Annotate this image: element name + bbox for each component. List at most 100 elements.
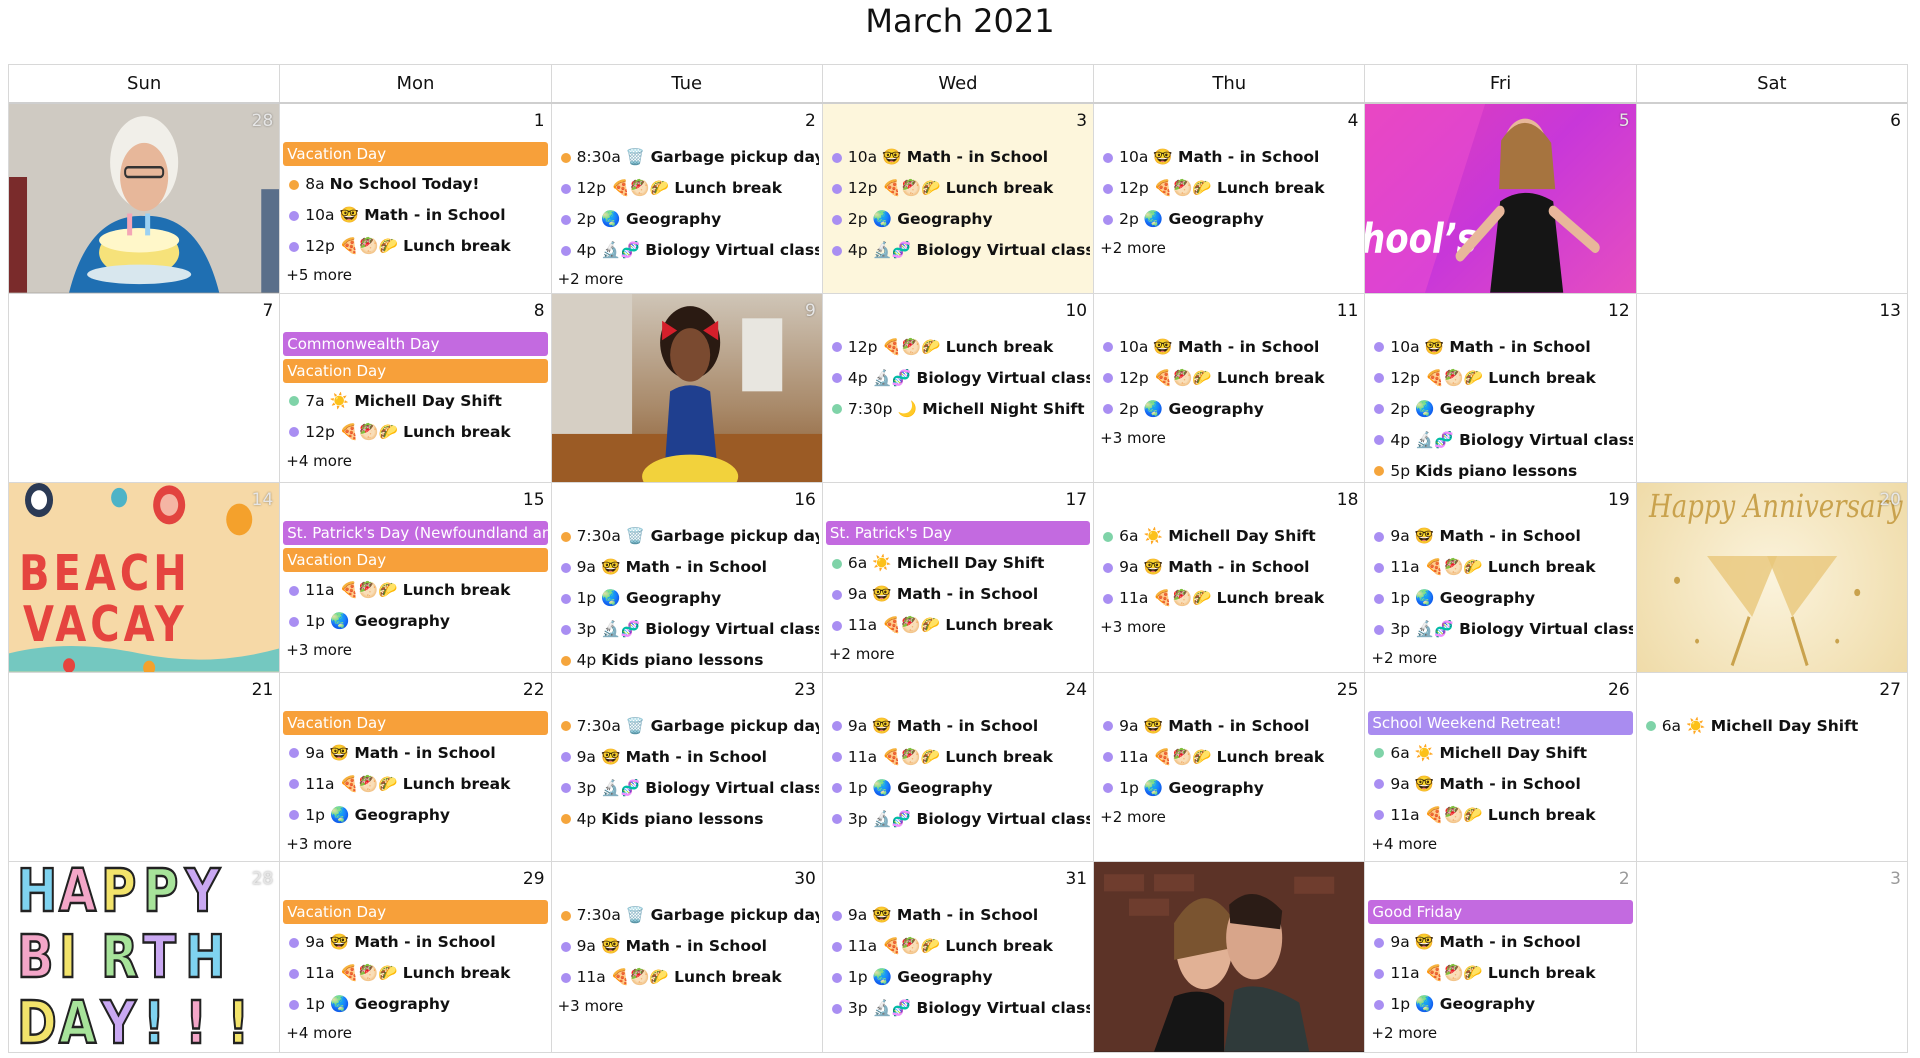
day-number[interactable]: 25 [1337, 680, 1359, 700]
day-number[interactable]: 14 [252, 490, 274, 510]
calendar-event[interactable]: 10a 🤓 Math - in School [1368, 332, 1632, 363]
day-number[interactable]: 13 [1879, 301, 1901, 321]
calendar-event[interactable]: 11a 🍕🥙🌮 Lunch break [1097, 742, 1361, 773]
day-number[interactable]: 30 [794, 869, 816, 889]
calendar-event[interactable]: 10a 🤓 Math - in School [826, 142, 1090, 173]
calendar-day-cell[interactable]: 25 9a 🤓 Math - in School 11a 🍕🥙🌮 Lunch break… [1093, 672, 1365, 862]
calendar-event[interactable]: 1p 🌏 Geography [1368, 583, 1632, 614]
calendar-day-cell[interactable]: 15 St. Patrick's Day (Newfoundland and La… [279, 483, 551, 672]
calendar-day-cell[interactable]: 18 6a ☀️ Michell Day Shift 9a 🤓 Math - in Sc… [1093, 483, 1365, 672]
calendar-event[interactable]: 4p🔬🧬 Biology Virtual classroom [826, 363, 1090, 394]
calendar-event[interactable]: 11a 🍕🥙🌮 Lunch break [283, 575, 547, 606]
calendar-day-cell[interactable]: 10 12p 🍕🥙🌮 Lunch break 4p 🔬🧬 Biology Virtual… [821, 293, 1094, 483]
more-events-link[interactable]: +2 more [1097, 804, 1361, 830]
day-number[interactable]: 11 [1337, 301, 1359, 321]
day-number[interactable]: 8 [534, 301, 545, 321]
more-events-link[interactable]: +3 more [283, 831, 547, 857]
all-day-event-banner[interactable]: Vacation Day [283, 142, 548, 166]
day-number[interactable]: 2 [805, 111, 816, 131]
calendar-event[interactable]: 7:30p 🌙 Michell Night Shift [826, 394, 1090, 425]
calendar-event[interactable]: 11a 🍕🥙🌮 Lunch break [826, 610, 1090, 641]
day-number[interactable]: 2 [1619, 869, 1630, 889]
calendar-event[interactable]: 8a No School Today! [283, 169, 547, 200]
calendar-event[interactable]: 9a 🤓 Math - in School [1097, 711, 1361, 742]
day-number[interactable]: 23 [794, 680, 816, 700]
calendar-event[interactable]: 7:30a 🗑️ Garbage pickup day [555, 711, 819, 742]
calendar-day-cell[interactable]: 23 7:30a 🗑️ Garbage pickup day 9a 🤓 Math - i… [550, 672, 822, 862]
calendar-event[interactable]: 5p Kids piano lessons [1368, 456, 1632, 483]
day-number[interactable]: 3 [1890, 869, 1901, 889]
day-number[interactable]: 18 [1337, 490, 1359, 510]
more-events-link[interactable]: +2 more [1368, 1020, 1632, 1046]
calendar-event[interactable]: 4p Kids piano lessons [555, 645, 819, 672]
calendar-event[interactable]: 11a 🍕🥙🌮 Lunch break [283, 958, 547, 989]
more-events-link[interactable]: +2 more [1097, 235, 1361, 261]
all-day-event-banner[interactable]: School Weekend Retreat! [1368, 710, 1633, 735]
day-number[interactable]: 21 [252, 680, 274, 700]
calendar-day-cell[interactable]: 21 [9, 672, 280, 862]
all-day-event-banner[interactable]: Vacation Day [283, 358, 548, 383]
calendar-event[interactable]: 1p 🌏 Geography [826, 962, 1090, 993]
day-number[interactable]: 3 [1076, 111, 1087, 131]
day-number[interactable]: 6 [1890, 111, 1901, 131]
calendar-event[interactable]: 10a 🤓 Math - in School [283, 200, 547, 231]
calendar-day-cell[interactable]: 8 Commonwealth Day Vacation Day 7a ☀️ Michel… [279, 293, 551, 483]
calendar-event[interactable]: 11a 🍕🥙🌮 Lunch break [1368, 800, 1632, 831]
calendar-event[interactable]: 9a 🤓 Math - in School [826, 711, 1090, 742]
all-day-event-banner[interactable]: Commonwealth Day [283, 331, 548, 356]
more-events-link[interactable]: +2 more [826, 641, 1090, 667]
day-number[interactable]: 9 [805, 301, 816, 321]
day-number[interactable]: 31 [1065, 869, 1087, 889]
calendar-day-cell[interactable]: 31 9a 🤓 Math - in School 11a 🍕🥙🌮 Lunch break… [821, 862, 1094, 1052]
more-events-link[interactable]: +5 more [283, 262, 547, 288]
day-number[interactable]: 10 [1065, 301, 1087, 321]
calendar-event[interactable]: 11a 🍕🥙🌮 Lunch break [1368, 958, 1632, 989]
calendar-event[interactable]: 9a 🤓 Math - in School [555, 552, 819, 583]
calendar-day-cell[interactable]: 1 Vacation Day 8a No School Today! 10a 🤓 Math… [279, 104, 551, 293]
day-number[interactable]: 16 [794, 490, 816, 510]
day-number[interactable]: 12 [1608, 301, 1630, 321]
calendar-event[interactable]: 9a 🤓 Math - in School [1097, 552, 1361, 583]
calendar-day-cell[interactable]: 28 [9, 104, 280, 293]
day-number[interactable]: 27 [1879, 680, 1901, 700]
day-number[interactable]: 15 [523, 490, 545, 510]
more-events-link[interactable]: +2 more [1368, 645, 1632, 671]
calendar-day-cell[interactable]: 16 7:30a 🗑️ Garbage pickup day 9a 🤓 Math - i… [550, 483, 822, 672]
calendar-day-cell[interactable] [1093, 862, 1365, 1052]
calendar-event[interactable]: 11a 🍕🥙🌮 Lunch break [1368, 552, 1632, 583]
calendar-event[interactable]: 1p 🌏 Geography [1097, 773, 1361, 804]
calendar-event[interactable]: 1p 🌏 Geography [283, 989, 547, 1020]
more-events-link[interactable]: +3 more [1097, 614, 1361, 640]
calendar-event[interactable]: 10a 🤓 Math - in School [1097, 332, 1361, 363]
calendar-event[interactable]: 12p 🍕🥙🌮 Lunch break [826, 173, 1090, 204]
calendar-event[interactable]: 11a 🍕🥙🌮 Lunch break [283, 769, 547, 800]
calendar-event[interactable]: 1p 🌏 Geography [1368, 989, 1632, 1020]
day-number[interactable]: 24 [1065, 680, 1087, 700]
calendar-day-cell[interactable]: 12 10a 🤓 Math - in School 12p 🍕🥙🌮 Lunch brea… [1364, 293, 1636, 483]
day-number[interactable]: 28 [252, 111, 274, 131]
calendar-day-cell[interactable]: BEACH VACAY 14 [9, 483, 280, 672]
day-number[interactable]: 29 [523, 869, 545, 889]
calendar-event[interactable]: 9a 🤓 Math - in School [555, 931, 819, 962]
calendar-day-cell[interactable]: 13 [1635, 293, 1907, 483]
calendar-day-cell[interactable]: 2 Good Friday 9a 🤓 Math - in School 11a 🍕🥙🌮 L… [1364, 862, 1636, 1052]
calendar-event[interactable]: 12p 🍕🥙🌮 Lunch break [826, 332, 1090, 363]
calendar-event[interactable]: 1p 🌏 Geography [283, 800, 547, 831]
calendar-day-cell[interactable]: 26 School Weekend Retreat! 6a ☀️ Michell Da… [1364, 672, 1636, 862]
day-number[interactable]: 22 [523, 680, 545, 700]
calendar-event[interactable]: 3p🔬🧬 Biology Virtual classroom [555, 614, 819, 645]
calendar-event[interactable]: 11a 🍕🥙🌮 Lunch break [826, 742, 1090, 773]
calendar-event[interactable]: 1p 🌏 Geography [283, 606, 547, 637]
calendar-event[interactable]: 2p 🌏 Geography [826, 204, 1090, 235]
calendar-event[interactable]: 3p🔬🧬 Biology Virtual classroom [555, 773, 819, 804]
day-number[interactable]: 7 [262, 301, 273, 321]
calendar-event[interactable]: 11a 🍕🥙🌮 Lunch break [1097, 583, 1361, 614]
day-number[interactable]: 5 [1619, 111, 1630, 131]
calendar-event[interactable]: 2p 🌏 Geography [1097, 204, 1361, 235]
day-number[interactable]: 26 [1608, 680, 1630, 700]
calendar-event[interactable]: 6a ☀️ Michell Day Shift [1640, 711, 1904, 742]
calendar-event[interactable]: 6a ☀️ Michell Day Shift [1368, 738, 1632, 769]
calendar-day-cell[interactable]: 6 [1635, 104, 1907, 293]
calendar-event[interactable]: 12p 🍕🥙🌮 Lunch break [1368, 363, 1632, 394]
day-number[interactable]: 1 [534, 111, 545, 131]
